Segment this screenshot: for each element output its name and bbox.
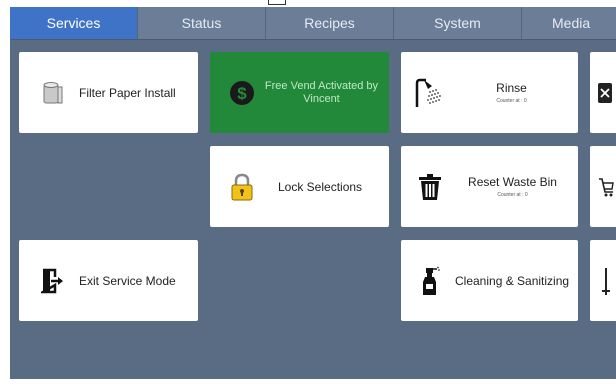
filter-paper-install-button[interactable]: Filter Paper Install [19,52,198,133]
top-border [0,0,616,7]
exit-service-mode-label: Exit Service Mode [79,273,176,288]
rinse-button[interactable]: Rinse Counter at : 0 [401,52,578,133]
reset-waste-bin-button[interactable]: Reset Waste Bin Counter at : 0 [401,146,578,227]
partial-tile-right-1[interactable] [590,52,616,133]
shower-icon [411,78,445,108]
cart-icon [596,176,616,198]
partial-tile-right-3[interactable] [590,240,616,321]
probe-icon [596,267,616,295]
rinse-label: Rinse [496,81,527,95]
tab-bar: Services Status Recipes System Media [10,7,616,40]
padlock-icon [222,173,262,201]
reset-waste-bin-label: Reset Waste Bin [468,175,557,189]
tab-services[interactable]: Services [10,7,138,39]
lock-selections-button[interactable]: Lock Selections [210,146,389,227]
reset-waste-bin-counter: Counter at : 0 [497,192,528,198]
cleaning-sanitizing-button[interactable]: Cleaning & Sanitizing [401,240,578,321]
filter-paper-roll-icon [33,81,73,105]
svg-text:$: $ [237,84,247,103]
tab-system[interactable]: System [394,7,522,39]
rinse-counter: Counter at : 0 [496,98,527,104]
free-vend-label: Free Vend Activated by Vincent [264,79,379,105]
cleaning-sanitizing-label: Cleaning & Sanitizing [455,273,570,288]
close-box-icon [595,82,615,103]
service-screen: Services Status Recipes System Media Fil… [10,7,616,379]
tab-status[interactable]: Status [138,7,266,39]
filter-paper-install-label: Filter Paper Install [79,85,176,100]
free-vend-button[interactable]: $ Free Vend Activated by Vincent [210,52,389,133]
spray-bottle-icon [413,266,447,296]
lock-selections-label: Lock Selections [278,179,363,194]
tab-media[interactable]: Media [522,7,616,39]
exit-door-icon [33,268,73,294]
partial-tile-right-2[interactable] [590,146,616,227]
tab-recipes[interactable]: Recipes [266,7,394,39]
exit-service-mode-button[interactable]: Exit Service Mode [19,240,198,321]
top-notch [268,0,286,5]
dollar-coin-icon: $ [222,80,262,106]
trash-bin-icon [413,173,447,201]
